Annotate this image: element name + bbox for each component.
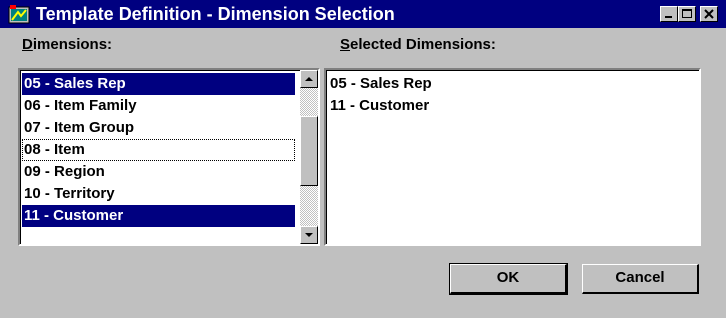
arrow-down-icon bbox=[305, 233, 313, 237]
arrow-up-icon bbox=[305, 77, 313, 81]
maximize-icon bbox=[682, 9, 692, 18]
title-bar[interactable]: Template Definition - Dimension Selectio… bbox=[0, 0, 726, 28]
close-icon bbox=[704, 9, 714, 19]
dimension-item[interactable]: 10 - Territory bbox=[22, 183, 295, 205]
dimensions-scrollbar[interactable] bbox=[300, 70, 318, 244]
dimension-item[interactable]: 11 - Customer bbox=[22, 205, 295, 227]
window-title: Template Definition - Dimension Selectio… bbox=[36, 4, 395, 24]
template-app-icon[interactable] bbox=[8, 4, 30, 24]
dimension-item[interactable]: 09 - Region bbox=[22, 161, 295, 183]
selected-dimension-item[interactable]: 05 - Sales Rep bbox=[328, 73, 688, 95]
dimension-item[interactable]: 07 - Item Group bbox=[22, 117, 295, 139]
cancel-button[interactable]: Cancel bbox=[582, 264, 699, 294]
dimensions-listbox[interactable]: 05 - Sales Rep 06 - Item Family 07 - Ite… bbox=[18, 68, 320, 246]
selected-dimension-item[interactable]: 11 - Customer bbox=[328, 95, 688, 117]
scroll-up-button[interactable] bbox=[300, 70, 318, 88]
scroll-down-button[interactable] bbox=[300, 226, 318, 244]
minimize-button[interactable] bbox=[660, 6, 678, 22]
close-button[interactable] bbox=[700, 6, 718, 22]
minimize-icon bbox=[665, 16, 672, 18]
dialog-window: Template Definition - Dimension Selectio… bbox=[0, 0, 726, 318]
selected-dimensions-listbox[interactable]: 05 - Sales Rep 11 - Customer bbox=[324, 68, 701, 246]
selected-dimensions-label: Selected Dimensions: bbox=[340, 36, 496, 53]
dimension-item[interactable]: 05 - Sales Rep bbox=[22, 73, 295, 95]
ok-button[interactable]: OK bbox=[449, 263, 568, 295]
scroll-thumb[interactable] bbox=[300, 116, 318, 186]
dimension-item[interactable]: 06 - Item Family bbox=[22, 95, 295, 117]
maximize-button[interactable] bbox=[678, 6, 696, 22]
dimensions-label: Dimensions: bbox=[22, 36, 113, 53]
dimension-item[interactable]: 08 - Item bbox=[22, 139, 295, 161]
